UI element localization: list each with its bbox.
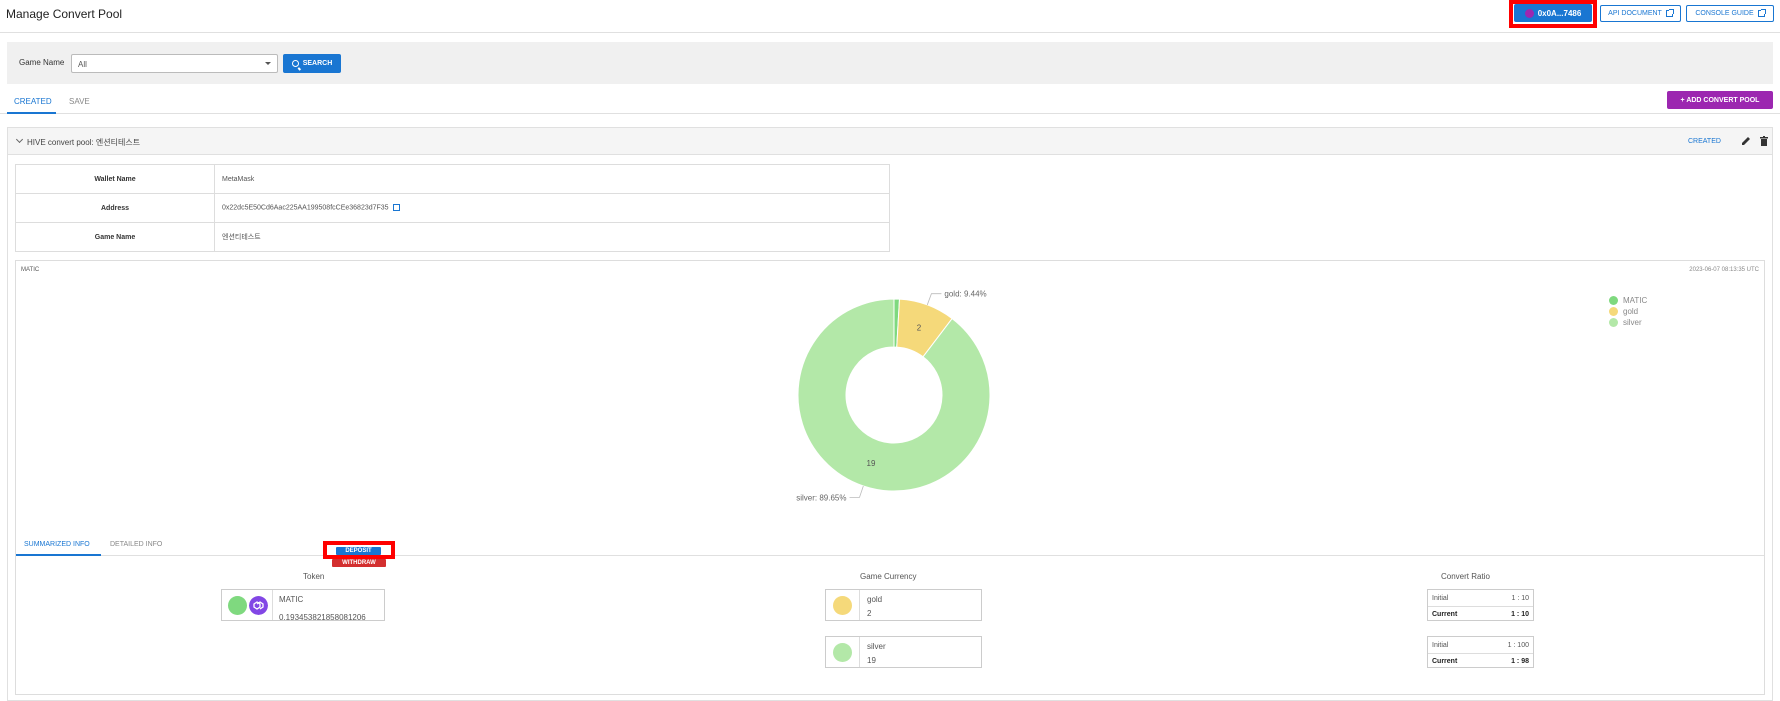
ratio-current-label: Current (1432, 657, 1458, 665)
info-key: Wallet Name (15, 164, 215, 194)
chevron-down-icon[interactable] (15, 135, 24, 144)
pool-panel-header[interactable]: HIVE convert pool: 엔션티테스트 CREATED (8, 128, 1772, 155)
page-title: Manage Convert Pool (6, 7, 123, 21)
pie-value-label: 19 (867, 459, 876, 468)
ratio-current-value: 1 : 98 (1511, 657, 1529, 665)
tab-created[interactable]: CREATED (14, 97, 52, 106)
convert-pool-panel: HIVE convert pool: 엔션티테스트 CREATED Wallet… (7, 127, 1773, 701)
ratio-initial-value: 1 : 10 (1511, 595, 1529, 602)
table-row: Address 0x22dc5E50Cd6Aac225AA199508fcCEe… (15, 193, 890, 223)
game-name-select[interactable]: All (71, 54, 278, 73)
edit-icon[interactable] (1740, 135, 1752, 147)
pool-info-table: Wallet Name MetaMask Address 0x22dc5E50C… (15, 164, 890, 252)
card-divider (272, 590, 273, 620)
pie-percent-label: gold: 9.44% (944, 290, 986, 299)
external-link-icon (1665, 9, 1674, 17)
legend-label: MATIC (1623, 296, 1648, 305)
token-color-swatch (228, 596, 247, 615)
search-icon (291, 60, 299, 67)
currency-name: gold (867, 595, 883, 604)
ratio-current-label: Current (1432, 610, 1458, 618)
legend-item[interactable]: MATIC (1609, 295, 1647, 306)
add-convert-pool-button[interactable]: + ADD CONVERT POOL (1667, 91, 1773, 109)
ratio-initial-label: Initial (1432, 595, 1449, 602)
currency-color-swatch (833, 643, 852, 662)
page-header: Manage Convert Pool 0x0A...7486 API DOCU… (0, 0, 1780, 33)
table-row: Game Name 엔션티테스트 (15, 222, 890, 252)
pool-tabs: CREATED SAVE (0, 91, 1780, 114)
highlight-box-wallet (1509, 0, 1597, 28)
filter-bar: Game Name All SEARCH (7, 42, 1773, 84)
api-document-button[interactable]: API DOCUMENT (1600, 5, 1681, 22)
currency-amount: 2 (867, 609, 872, 618)
external-link-icon (1757, 9, 1766, 17)
polygon-icon (249, 596, 268, 615)
pie-label-leader (849, 485, 864, 498)
console-guide-button[interactable]: CONSOLE GUIDE (1686, 5, 1774, 22)
pie-slice-silver[interactable] (797, 298, 991, 492)
info-value: MetaMask (214, 164, 890, 194)
address-text: 0x22dc5E50Cd6Aac225AA199508fcCEe36823d7F… (222, 204, 389, 212)
pool-title: HIVE convert pool: 엔션티테스트 (27, 138, 141, 147)
active-tab-indicator (7, 112, 56, 114)
caret-down-icon (265, 62, 271, 65)
token-amount: 0.193453821858081206 (279, 613, 366, 622)
info-key: Game Name (15, 222, 215, 252)
withdraw-button[interactable]: WITHDRAW (332, 559, 386, 567)
search-label: SEARCH (302, 60, 333, 67)
legend-swatch (1609, 307, 1618, 316)
game-name-selected: All (78, 60, 87, 69)
ratio-initial-row: Initial 1 : 10 (1428, 591, 1533, 606)
pie-label-leader (926, 293, 942, 306)
tab-save[interactable]: SAVE (69, 97, 90, 106)
legend-swatch (1609, 318, 1618, 327)
info-key: Address (15, 193, 215, 223)
pie-value-label: 2 (917, 323, 922, 332)
currency-card: gold 2 (825, 589, 982, 621)
ratio-current-row: Current 1 : 10 (1428, 606, 1533, 621)
chart-legend: MATIC gold silver (1609, 295, 1647, 328)
legend-swatch (1609, 296, 1618, 305)
game-name-label: Game Name (19, 58, 65, 67)
console-guide-label: CONSOLE GUIDE (1695, 10, 1754, 17)
status-badge: CREATED (1688, 138, 1721, 145)
pool-chart: MATIC 2023-06-07 08:13:35 UTC 2 gold: 9.4… (15, 260, 1765, 695)
legend-label: gold (1623, 307, 1639, 316)
search-button[interactable]: SEARCH (283, 54, 341, 73)
info-value: 엔션티테스트 (214, 222, 890, 252)
legend-item[interactable]: gold (1609, 306, 1647, 317)
active-tab-indicator (16, 554, 101, 556)
currency-column-head: Game Currency (860, 572, 917, 581)
ratio-card: Initial 1 : 10 Current 1 : 10 (1427, 589, 1534, 621)
currency-color-swatch (833, 596, 852, 615)
donut-chart: 2 gold: 9.44% 19 silver: 89.65% (796, 290, 991, 502)
token-card: MATIC 0.193453821858081206 (221, 589, 385, 622)
api-document-label: API DOCUMENT (1608, 10, 1662, 17)
ratio-current-value: 1 : 10 (1511, 610, 1529, 618)
ratio-initial-value: 1 : 100 (1507, 642, 1529, 649)
currency-amount: 19 (867, 656, 876, 665)
currency-card: silver 19 (825, 636, 982, 668)
card-divider (859, 590, 860, 620)
tab-summarized-info[interactable]: SUMMARIZED INFO (24, 541, 90, 548)
ratio-card: Initial 1 : 100 Current 1 : 98 (1427, 636, 1534, 668)
ratio-current-row: Current 1 : 98 (1428, 653, 1533, 668)
info-value-address: 0x22dc5E50Cd6Aac225AA199508fcCEe36823d7F… (214, 193, 890, 223)
currency-name: silver (867, 642, 886, 651)
ratio-column-head: Convert Ratio (1441, 572, 1490, 581)
legend-item[interactable]: silver (1609, 317, 1647, 328)
summary-tabs: SUMMARIZED INFO DETAILED INFO (16, 533, 1764, 556)
tab-detailed-info[interactable]: DETAILED INFO (110, 541, 162, 548)
highlight-box-deposit (323, 541, 395, 559)
delete-icon[interactable] (1758, 135, 1770, 147)
ratio-initial-label: Initial (1432, 642, 1449, 649)
pie-percent-label: silver: 89.65% (796, 493, 846, 502)
ratio-initial-row: Initial 1 : 100 (1428, 638, 1533, 653)
external-link-icon[interactable] (392, 204, 400, 212)
table-row: Wallet Name MetaMask (15, 164, 890, 194)
legend-label: silver (1623, 318, 1642, 327)
card-divider (859, 637, 860, 667)
token-name: MATIC (279, 595, 304, 604)
token-column-head: Token (303, 572, 325, 581)
